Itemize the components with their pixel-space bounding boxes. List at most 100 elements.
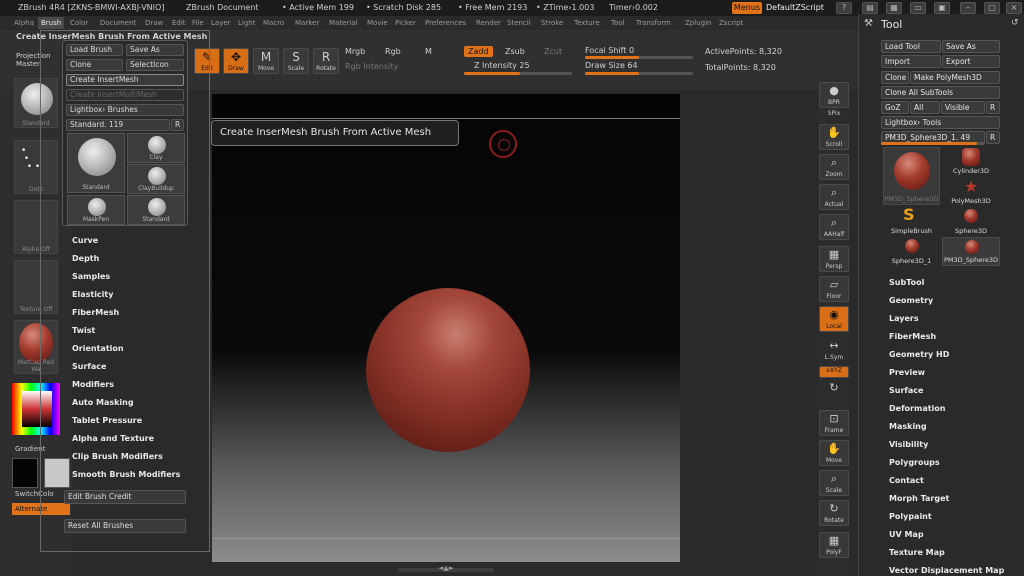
menu-movie[interactable]: Movie: [367, 19, 388, 27]
zadd-button[interactable]: Zadd: [464, 46, 493, 57]
brush-r-button[interactable]: R: [171, 119, 184, 131]
default-zscript[interactable]: DefaultZScript: [766, 3, 824, 12]
primary-color-swatch[interactable]: [12, 458, 38, 488]
bpr-button[interactable]: ● BPR: [819, 82, 849, 108]
brush-sub-twist[interactable]: Twist: [72, 326, 95, 335]
rotate-button[interactable]: R Rotate: [313, 48, 339, 74]
select-icon-button[interactable]: SelectIcon: [126, 59, 184, 71]
scale-view-button[interactable]: ⌕ Scale: [819, 470, 849, 496]
brush-thumb-standard[interactable]: Standard: [67, 133, 125, 193]
menu-layer[interactable]: Layer: [211, 19, 231, 27]
mrgb-button[interactable]: Mrgb: [345, 47, 365, 56]
tool-slider-track[interactable]: [881, 142, 985, 145]
brush-sub-orientation[interactable]: Orientation: [72, 344, 124, 353]
all-button[interactable]: All: [910, 101, 940, 114]
sphere-mesh[interactable]: [366, 288, 530, 452]
expand-arrows-icon[interactable]: ◄▲►: [438, 564, 454, 572]
clone-button[interactable]: Clone: [66, 59, 123, 71]
menus-button[interactable]: Menus: [732, 2, 762, 14]
goz-r-button[interactable]: R: [986, 101, 1000, 114]
edit-brush-credit-button[interactable]: Edit Brush Credit: [64, 490, 186, 504]
brush-thumb-standard-2[interactable]: Standard: [127, 195, 185, 225]
tool-clone-button[interactable]: Clone: [881, 71, 909, 84]
local-button[interactable]: ◉ Local: [819, 306, 849, 332]
brush-sub-surface[interactable]: Surface: [72, 362, 106, 371]
lock-icon[interactable]: ▣: [934, 2, 950, 14]
scale-button[interactable]: S Scale: [283, 48, 309, 74]
menu-edit[interactable]: Edit: [172, 19, 186, 27]
subpalette-polygroups[interactable]: Polygroups: [889, 458, 940, 467]
lightbox-tools-button[interactable]: Lightbox› Tools: [881, 116, 1000, 129]
menu-file[interactable]: File: [192, 19, 204, 27]
projection-master-button[interactable]: Projection Master: [16, 52, 51, 68]
subpalette-surface[interactable]: Surface: [889, 386, 923, 395]
export-button[interactable]: Export: [942, 55, 1000, 68]
menu-document[interactable]: Document: [100, 19, 136, 27]
rgb-intensity-slider[interactable]: Rgb Intensity: [345, 62, 398, 71]
brush-thumb-claybuildup[interactable]: ClayBuildup: [127, 164, 185, 194]
rotate-view-button[interactable]: ↻ Rotate: [819, 500, 849, 526]
lsym-button[interactable]: ↔ L.Sym: [819, 338, 849, 364]
brush-sub-modifiers[interactable]: Modifiers: [72, 380, 114, 389]
brush-thumb-maskpen[interactable]: MaskPen: [67, 195, 125, 225]
load-brush-button[interactable]: Load Brush: [66, 44, 123, 56]
z-intensity-slider[interactable]: Z Intensity 25: [474, 61, 530, 70]
polyf-button[interactable]: ▦ PolyF: [819, 532, 849, 558]
create-insertmultimesh-button[interactable]: Create InsertMultiMesh: [66, 89, 184, 101]
tool-thumb-pm3d-sphere-2[interactable]: PM3D_Sphere3D: [942, 237, 1000, 266]
subpalette-contact[interactable]: Contact: [889, 476, 924, 485]
interface-icon[interactable]: ▦: [886, 2, 902, 14]
tool-thumb-sphere3d[interactable]: Sphere3D: [942, 207, 1000, 236]
actual-button[interactable]: ⌕ Actual: [819, 184, 849, 210]
menu-stencil[interactable]: Stencil: [507, 19, 531, 27]
brush-sub-elasticity[interactable]: Elasticity: [72, 290, 113, 299]
lightbox-brushes-button[interactable]: Lightbox› Brushes: [66, 104, 184, 116]
z-intensity-track[interactable]: [464, 72, 572, 75]
subpalette-subtool[interactable]: SubTool: [889, 278, 924, 287]
brush-sub-curve[interactable]: Curve: [72, 236, 98, 245]
subpalette-masking[interactable]: Masking: [889, 422, 927, 431]
menu-preferences[interactable]: Preferences: [425, 19, 466, 27]
make-polymesh-button[interactable]: Make PolyMesh3D: [910, 71, 1000, 84]
scroll-button[interactable]: ✋ Scroll: [819, 124, 849, 150]
rotate-axis-button[interactable]: ↻: [819, 382, 849, 396]
aahalf-button[interactable]: ⌕ AAHalf: [819, 214, 849, 240]
current-brush-slider[interactable]: Standard. 119: [66, 119, 170, 131]
doc-icon[interactable]: ▭: [910, 2, 926, 14]
reset-all-brushes-button[interactable]: Reset All Brushes: [64, 519, 186, 533]
palette-options-icon[interactable]: ↺: [1011, 18, 1019, 28]
import-button[interactable]: Import: [881, 55, 941, 68]
subpalette-visibility[interactable]: Visibility: [889, 440, 928, 449]
focal-shift-track[interactable]: [585, 56, 693, 59]
brush-sub-auto-masking[interactable]: Auto Masking: [72, 398, 134, 407]
tool-thumb-cylinder[interactable]: Cylinder3D: [942, 147, 1000, 176]
subpalette-layers[interactable]: Layers: [889, 314, 919, 323]
brush-thumb-clay[interactable]: Clay: [127, 133, 185, 163]
menu-zplugin[interactable]: Zplugin: [685, 19, 711, 27]
tool-thumb-pm3d-sphere[interactable]: PM3D_Sphere3D: [883, 147, 940, 205]
subpalette-vector-displacement-map[interactable]: Vector Displacement Map: [889, 566, 1004, 575]
menu-material[interactable]: Material: [329, 19, 357, 27]
menu-texture[interactable]: Texture: [574, 19, 600, 27]
subpalette-fibermesh[interactable]: FiberMesh: [889, 332, 936, 341]
zcut-button[interactable]: Zcut: [544, 47, 562, 56]
brush-sub-clip-brush-modifiers[interactable]: Clip Brush Modifiers: [72, 452, 163, 461]
subpalette-geometry-hd[interactable]: Geometry HD: [889, 350, 949, 359]
menu-brush[interactable]: Brush: [38, 17, 65, 29]
spix-button[interactable]: SPix: [819, 110, 849, 122]
zoom-button[interactable]: ⌕ Zoom: [819, 154, 849, 180]
menu-color[interactable]: Color: [70, 19, 88, 27]
menu-draw[interactable]: Draw: [145, 19, 163, 27]
tool-save-as-button[interactable]: Save As: [942, 40, 1000, 53]
zsub-button[interactable]: Zsub: [505, 47, 525, 56]
menu-zscript[interactable]: Zscript: [719, 19, 743, 27]
brush-sub-depth[interactable]: Depth: [72, 254, 99, 263]
menu-alpha[interactable]: Alpha: [14, 19, 34, 27]
minimize-icon[interactable]: –: [960, 2, 976, 14]
floor-button[interactable]: ▱ Floor: [819, 276, 849, 302]
load-tool-button[interactable]: Load Tool: [881, 40, 941, 53]
brush-sub-smooth-brush-modifiers[interactable]: Smooth Brush Modifiers: [72, 470, 180, 479]
save-as-button[interactable]: Save As: [126, 44, 184, 56]
brush-sub-tablet-pressure[interactable]: Tablet Pressure: [72, 416, 142, 425]
m-button[interactable]: M: [425, 47, 432, 56]
